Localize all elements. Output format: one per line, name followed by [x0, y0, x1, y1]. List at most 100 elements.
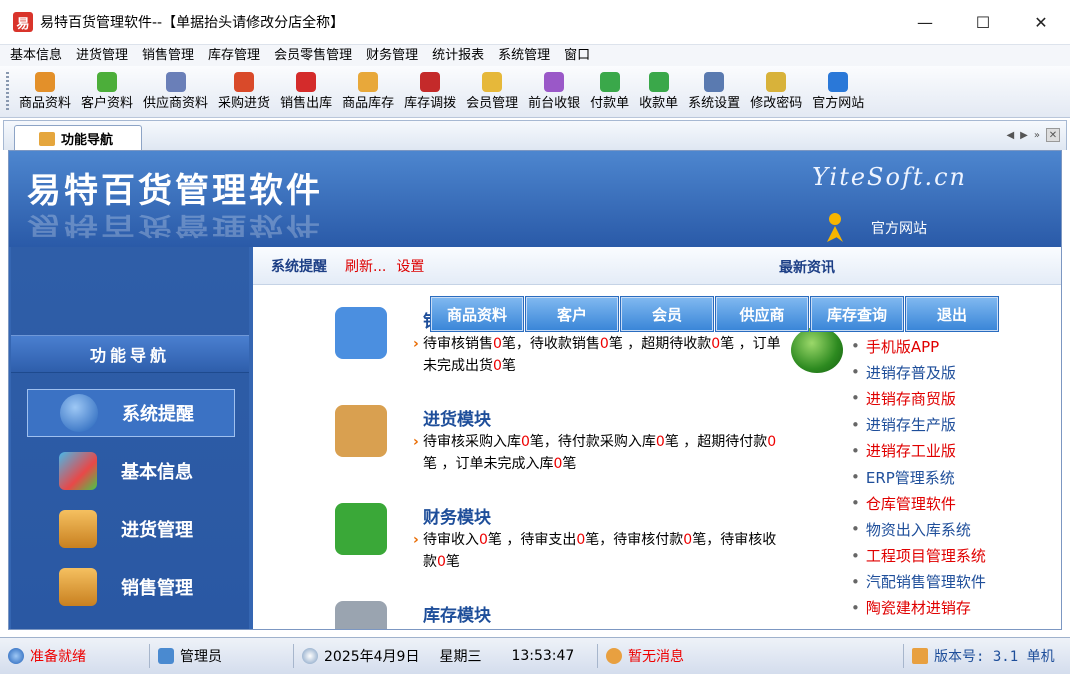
toolbar-button-12[interactable]: 修改密码: [745, 66, 807, 118]
official-site-link[interactable]: 官方网站: [823, 213, 927, 243]
tab-overflow-icon[interactable]: »: [1034, 130, 1040, 141]
status-icon: [8, 648, 24, 664]
news-item[interactable]: • 进销存商贸版: [851, 385, 1051, 411]
menu-item-4[interactable]: 会员零售管理: [268, 46, 360, 66]
news-item-text: ERP管理系统: [865, 468, 955, 487]
tab-scroll-right-icon[interactable]: ▶: [1020, 130, 1028, 141]
count-value: 0: [767, 434, 777, 450]
news-item[interactable]: • 进销存工业版: [851, 438, 1051, 464]
summary-text: 笔: [445, 554, 460, 570]
ie-icon: [828, 72, 849, 92]
bullet-icon: •: [851, 441, 860, 460]
bullet-icon: •: [851, 520, 860, 539]
news-item[interactable]: • 手机版APP: [851, 333, 1051, 359]
count-value: 0: [576, 532, 586, 548]
news-item[interactable]: • 陶瓷建材进销存: [851, 595, 1051, 621]
toolbar-button-8[interactable]: 前台收银: [523, 66, 585, 118]
toolbar-button-label: 采购进货: [218, 96, 271, 111]
module-title[interactable]: 进货模块: [423, 405, 491, 430]
settings-link[interactable]: 设置: [396, 256, 424, 276]
globe-download-icon: [791, 327, 843, 373]
nav-header: 功能导航: [11, 335, 249, 373]
news-item[interactable]: • 汽配销售管理软件: [851, 569, 1051, 595]
news-item[interactable]: • 物资出入库系统: [851, 516, 1051, 542]
nav-item-basic-info[interactable]: 基本信息: [27, 447, 235, 495]
menu-item-0[interactable]: 基本信息: [4, 46, 70, 66]
status-user-text: 管理员: [180, 649, 222, 665]
status-message[interactable]: 暂无消息: [598, 644, 904, 668]
menu-bar: 基本信息 进货管理 销售管理 库存管理 会员零售管理 财务管理 统计报表 系统管理 窗口: [0, 44, 1070, 66]
menu-item-1[interactable]: 进货管理: [70, 46, 136, 66]
status-user: 管理员: [150, 644, 294, 668]
maximize-button[interactable]: ☐: [954, 0, 1012, 44]
quick-button-1[interactable]: 客户: [526, 297, 618, 331]
menu-item-2[interactable]: 销售管理: [136, 46, 202, 66]
menu-item-6[interactable]: 统计报表: [426, 46, 492, 66]
menu-item-7[interactable]: 系统管理: [492, 46, 558, 66]
summary-text: 待审核采购入库: [423, 434, 521, 450]
status-ready-text: 准备就绪: [30, 649, 86, 665]
count-value: 0: [479, 532, 488, 548]
quick-button-5[interactable]: 退出: [906, 297, 998, 331]
news-item[interactable]: • 进销存生产版: [851, 412, 1051, 438]
toolbar-grip[interactable]: [6, 72, 9, 112]
menu-item-8[interactable]: 窗口: [558, 46, 598, 66]
close-button[interactable]: ✕: [1012, 0, 1070, 44]
toolbar-button-5[interactable]: 商品库存: [337, 66, 399, 118]
module-title[interactable]: 库存模块: [423, 601, 491, 626]
menu-item-5[interactable]: 财务管理: [360, 46, 426, 66]
news-item[interactable]: • 进销存普及版: [851, 359, 1051, 385]
quick-button-2[interactable]: 会员: [621, 297, 713, 331]
toolbar-button-13[interactable]: 官方网站: [807, 66, 869, 118]
tab-scroll-left-icon[interactable]: ◀: [1006, 130, 1014, 141]
toolbar-button-label: 官方网站: [812, 96, 865, 111]
news-item[interactable]: • 仓库管理软件: [851, 490, 1051, 516]
supplier-icon: [165, 72, 186, 92]
minimize-button[interactable]: —: [896, 0, 954, 44]
toolbar-button-9[interactable]: 付款单: [585, 66, 634, 118]
truck-icon: [234, 72, 255, 92]
nav-item-system-reminder[interactable]: 系统提醒: [27, 389, 235, 437]
toolbar-button-2[interactable]: 供应商资料: [138, 66, 213, 118]
toolbar-button-label: 商品资料: [19, 96, 72, 111]
quick-button-3[interactable]: 供应商: [716, 297, 808, 331]
bullet-icon: •: [851, 468, 860, 487]
module-icon: [335, 405, 387, 457]
refresh-link[interactable]: 刷新...: [345, 256, 386, 276]
status-datetime: 2025年4月9日 星期三 13:53:47: [294, 644, 598, 668]
toolbar-button-3[interactable]: 采购进货: [213, 66, 275, 118]
news-item[interactable]: • ERP管理系统: [851, 464, 1051, 490]
menu-item-3[interactable]: 库存管理: [202, 46, 268, 66]
news-item[interactable]: • 工程项目管理系统: [851, 543, 1051, 569]
quick-button-4[interactable]: 库存查询: [811, 297, 903, 331]
toolbar-button-1[interactable]: 客户资料: [76, 66, 138, 118]
news-item-text: 手机版APP: [865, 337, 940, 356]
nav-item-purchase[interactable]: 进货管理: [27, 505, 235, 553]
nav-sidebar: 功能导航 系统提醒 基本信息 进货管理 销售管理: [11, 247, 249, 629]
users-icon: [158, 648, 174, 664]
banner-brand: YiteSoft.cn: [812, 163, 967, 191]
toolbar-button-4[interactable]: 销售出库: [275, 66, 337, 118]
toolbar-button-7[interactable]: 会员管理: [461, 66, 523, 118]
toolbar-button-10[interactable]: 收款单: [634, 66, 683, 118]
title-bar: 易 易特百货管理软件--【单据抬头请修改分店全称】 — ☐ ✕: [0, 0, 1070, 44]
nav-item-sales[interactable]: 销售管理: [27, 563, 235, 611]
toolbar-button-6[interactable]: 库存调拨: [399, 66, 461, 118]
module-title[interactable]: 财务模块: [423, 503, 491, 528]
tab-close-button[interactable]: ✕: [1046, 128, 1060, 142]
count-value: 0: [683, 532, 693, 548]
toolbar-button-label: 收款单: [639, 96, 679, 111]
cubes-icon: [59, 452, 97, 490]
bullet-icon: •: [851, 598, 860, 617]
summary-text: 笔: [562, 456, 577, 472]
quick-button-0[interactable]: 商品资料: [431, 297, 523, 331]
tab-function-nav[interactable]: 功能导航: [14, 125, 142, 151]
house-icon: [912, 648, 928, 664]
transfer-icon: [420, 72, 441, 92]
bullet-icon: •: [851, 337, 860, 356]
toolbar-button-11[interactable]: 系统设置: [683, 66, 745, 118]
toolbar-button-label: 商品库存: [342, 96, 395, 111]
news-item-text: 工程项目管理系统: [865, 547, 986, 566]
toolbar-button-0[interactable]: 商品资料: [14, 66, 76, 118]
info-icon: [60, 394, 98, 432]
